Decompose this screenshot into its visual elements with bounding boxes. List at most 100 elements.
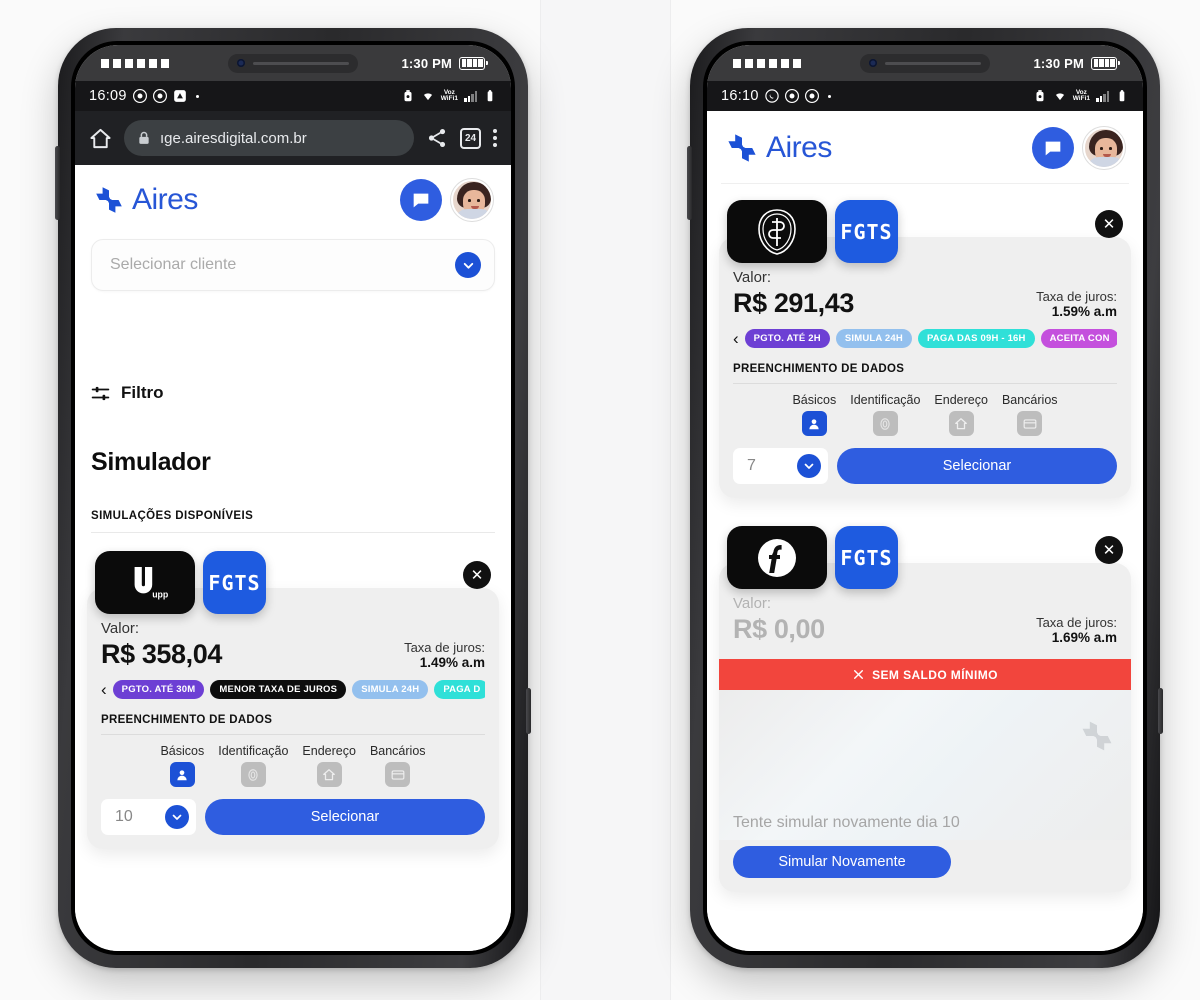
right-phone-device: 1:30 PM 16:10 Voz WiFi1 Aires ✕ FGTS Val… — [687, 28, 1163, 968]
offer-actions: 7 Selecionar — [733, 448, 1117, 484]
aires-pinwheel-logo — [1082, 721, 1112, 751]
device-notch-pill — [860, 53, 990, 73]
fill-step[interactable]: Bancários — [1002, 393, 1058, 436]
offer-card-disabled: Valor: R$ 0,00 Taxa de juros: 1.69% a.m — [719, 563, 1131, 892]
close-icon[interactable]: ✕ — [463, 561, 491, 589]
left-phone-bezel: 1:30 PM 16:09 Voz WiFi1 ıge.airesdigital… — [71, 41, 515, 955]
kebab-menu-icon[interactable] — [493, 129, 497, 147]
offer-logos: upp FGTS — [87, 551, 499, 614]
volume-button[interactable] — [526, 688, 531, 734]
filter-sliders-icon — [91, 386, 110, 400]
fill-step-label: Endereço — [934, 393, 988, 407]
select-offer-button[interactable]: Selecionar — [205, 799, 485, 835]
select-offer-button[interactable]: Selecionar — [837, 448, 1117, 484]
chevron-down-icon[interactable] — [455, 252, 481, 278]
offer-tag: PAGA D — [434, 680, 485, 699]
device-status-right: 1:30 PM — [401, 56, 488, 71]
offer-rate-value: 1.49% a.m — [419, 655, 485, 670]
offer-rate-label: Taxa de juros: — [1036, 289, 1117, 304]
android-status-right: Voz WiFi1 — [1033, 89, 1129, 103]
fill-section-divider — [733, 383, 1117, 384]
brand: Aires — [725, 131, 832, 165]
offer-card: Valor: R$ 358,04 Taxa de juros: 1.49% a.… — [87, 588, 499, 849]
fill-step-label: Bancários — [1001, 393, 1058, 407]
home-icon — [316, 762, 342, 787]
retry-hint-text: Tente simular novamente dia 10 — [733, 814, 960, 831]
address-bar-url: ıge.airesdigital.com.br — [160, 129, 307, 147]
fill-step[interactable]: Endereço — [302, 744, 356, 787]
status-dot-icon — [195, 94, 199, 98]
offer-logos: FGTS — [719, 526, 1131, 589]
offer-tags-carousel[interactable]: ‹ PGTO. ATÉ 2H SIMULA 24H PAGA DAS 09H -… — [733, 329, 1117, 348]
installments-select[interactable]: 7 — [733, 448, 828, 484]
offer-card: Valor: R$ 291,43 Taxa de juros: 1.59% a.… — [719, 237, 1131, 498]
offer-rate-value: 1.69% a.m — [1051, 630, 1117, 645]
card-icon — [385, 762, 411, 787]
browser-toolbar: ıge.airesdigital.com.br 24 — [75, 111, 511, 165]
left-phone-device: 1:30 PM 16:09 Voz WiFi1 ıge.airesdigital… — [55, 28, 531, 968]
wifi-icon — [1055, 93, 1064, 101]
alarm-icon — [404, 90, 412, 102]
power-button[interactable] — [687, 146, 692, 220]
header-actions — [1032, 127, 1125, 169]
panel-divider-left — [540, 0, 541, 1000]
battery-full-icon — [1091, 56, 1120, 70]
tab-count-button[interactable]: 24 — [460, 127, 481, 149]
chat-bubble-icon[interactable] — [1032, 127, 1074, 169]
android-status-right: Voz WiFi1 — [401, 89, 497, 103]
offer-tags-carousel[interactable]: ‹ PGTO. ATÉ 30M MENOR TAXA DE JUROS SIMU… — [101, 680, 485, 699]
share-icon[interactable] — [426, 127, 448, 149]
chevron-left-icon[interactable]: ‹ — [733, 330, 739, 347]
client-select-placeholder: Selecionar cliente — [110, 256, 237, 273]
volume-button[interactable] — [1158, 688, 1163, 734]
fill-step[interactable]: Identificação — [850, 393, 920, 436]
fill-step[interactable]: Básicos — [792, 393, 836, 436]
power-button[interactable] — [55, 146, 60, 220]
battery-full-icon — [459, 56, 488, 70]
section-divider — [91, 532, 495, 533]
device-notch-pill — [228, 53, 358, 73]
fill-section-title: PREENCHIMENTO DE DADOS — [101, 714, 273, 726]
client-select[interactable]: Selecionar cliente — [91, 239, 495, 291]
aires-pinwheel-logo — [96, 187, 122, 213]
whatsapp-icon — [765, 89, 779, 103]
android-status-bar: 16:10 Voz WiFi1 — [707, 81, 1143, 111]
brand-name: Aires — [132, 183, 198, 216]
app-viewport: Aires — [707, 111, 1143, 951]
close-icon[interactable]: ✕ — [1095, 210, 1123, 238]
filter-button[interactable]: Filtro — [75, 383, 511, 403]
chat-bubble-icon[interactable] — [400, 179, 442, 221]
user-avatar[interactable] — [451, 179, 493, 221]
speaker-grill-icon — [885, 61, 981, 65]
voice-wifi-icon: Voz WiFi1 — [440, 88, 458, 102]
voice-wifi-icon: Voz WiFi1 — [1072, 88, 1090, 102]
fill-step[interactable]: Básicos — [160, 744, 204, 787]
close-icon[interactable]: ✕ — [1095, 536, 1123, 564]
battery-icon — [1119, 90, 1125, 102]
chevron-down-icon[interactable] — [165, 805, 189, 829]
home-icon[interactable] — [89, 127, 112, 150]
address-bar[interactable]: ıge.airesdigital.com.br — [124, 120, 414, 156]
fill-step[interactable]: Endereço — [934, 393, 988, 436]
app-header: Aires — [75, 165, 511, 233]
offer-value-label: Valor: — [733, 269, 772, 286]
offer-tag: SIMULA 24H — [835, 329, 912, 348]
chevron-down-icon[interactable] — [797, 454, 821, 478]
fill-step[interactable]: Bancários — [370, 744, 426, 787]
fill-step[interactable]: Identificação — [218, 744, 288, 787]
fill-section-title: PREENCHIMENTO DE DADOS — [733, 363, 905, 375]
offer-value-amount: R$ 0,00 — [733, 614, 825, 644]
simulate-again-button[interactable]: Simular Novamente — [733, 846, 951, 878]
fingerprint-icon — [872, 411, 898, 436]
user-avatar[interactable] — [1083, 127, 1125, 169]
wifi-icon — [423, 93, 432, 101]
offer-rate-block: Taxa de juros: 1.69% a.m — [1036, 615, 1117, 645]
chrome-icon — [152, 89, 167, 103]
fill-step-label: Endereço — [302, 744, 356, 758]
fill-step-label: Identificação — [218, 744, 289, 758]
android-status-left: 16:09 — [89, 88, 199, 104]
filter-label: Filtro — [121, 383, 164, 402]
offer-value-row: Valor: R$ 291,43 Taxa de juros: 1.59% a.… — [733, 269, 1117, 319]
chevron-left-icon[interactable]: ‹ — [101, 681, 107, 698]
installments-select[interactable]: 10 — [101, 799, 196, 835]
